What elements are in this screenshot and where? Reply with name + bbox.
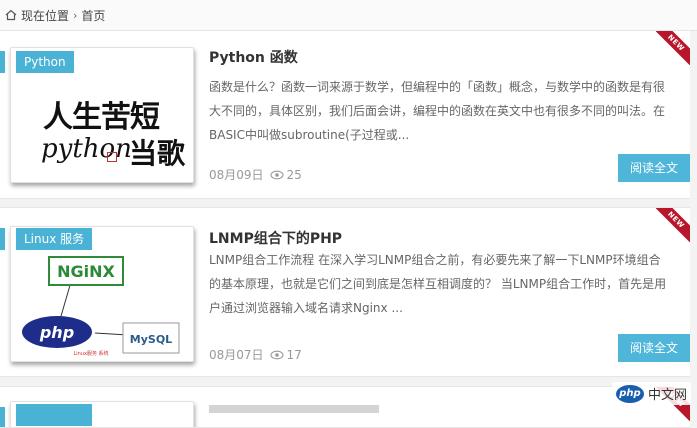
- article-card: NEW: [0, 386, 690, 428]
- thumbnail-caption: Linux服务 系统: [73, 350, 108, 357]
- article-title[interactable]: [209, 405, 379, 413]
- breadcrumb-location-label: 现在位置: [21, 8, 70, 23]
- mysql-logo-text: MySQL: [130, 333, 172, 346]
- tag-accent-bar: [0, 228, 5, 250]
- read-more-button[interactable]: 阅读全文: [618, 334, 690, 362]
- ribbon-label: NEW: [656, 208, 690, 242]
- article-meta: 08月07日 17: [209, 346, 302, 363]
- article-views: 25: [286, 167, 302, 182]
- article-views: 17: [286, 347, 302, 362]
- thumbnail-text: 人生苦短: [43, 100, 160, 135]
- ribbon-label: NEW: [656, 31, 690, 65]
- seal-stamp: [107, 152, 117, 162]
- breadcrumb: 现在位置 › 首页: [0, 0, 697, 31]
- category-tag[interactable]: [16, 404, 92, 426]
- eye-icon: [269, 170, 284, 179]
- thumbnail-text: 当歌: [129, 137, 186, 170]
- site-name: 中文网: [647, 388, 687, 403]
- article-excerpt: LNMP组合工作流程 在深入学习LNMP组合之前，有必要先来了解一下LNMP环境…: [209, 253, 667, 315]
- article-meta: 08月09日 25: [209, 166, 302, 183]
- breadcrumb-separator: ›: [73, 8, 78, 22]
- tag-accent-bar: [0, 407, 5, 427]
- site-watermark: php 中文网: [611, 382, 691, 405]
- tag-accent-bar: [0, 51, 5, 73]
- article-card: NGiNX php MySQL Linux服务 系统 Linux 服务 LNMP…: [0, 207, 690, 377]
- home-icon: [5, 9, 17, 21]
- read-more-button[interactable]: 阅读全文: [618, 154, 690, 182]
- article-date: 08月07日: [209, 348, 264, 362]
- php-logo: php: [615, 384, 644, 403]
- category-tag[interactable]: Linux 服务: [16, 228, 93, 250]
- article-date: 08月09日: [209, 168, 264, 182]
- nginx-logo-text: NGiNX: [57, 262, 115, 281]
- category-tag[interactable]: Python: [16, 51, 74, 73]
- article-title[interactable]: LNMP组合下的PHP: [209, 228, 342, 248]
- thumbnail-text: python: [41, 134, 132, 164]
- eye-icon: [269, 350, 284, 359]
- breadcrumb-home-link[interactable]: 首页: [81, 7, 105, 24]
- new-ribbon: NEW: [656, 31, 690, 65]
- php-logo-text: php: [39, 323, 74, 342]
- new-ribbon: NEW: [656, 208, 690, 242]
- article-title[interactable]: Python 函数: [209, 47, 298, 67]
- article-excerpt: 函数是什么？函数一词来源于数学，但编程中的「函数」概念，与数学中的函数是有很大不…: [209, 80, 666, 142]
- article-card: 人生苦短 python 当歌 Python Python 函数 函数是什么？函数…: [0, 30, 690, 199]
